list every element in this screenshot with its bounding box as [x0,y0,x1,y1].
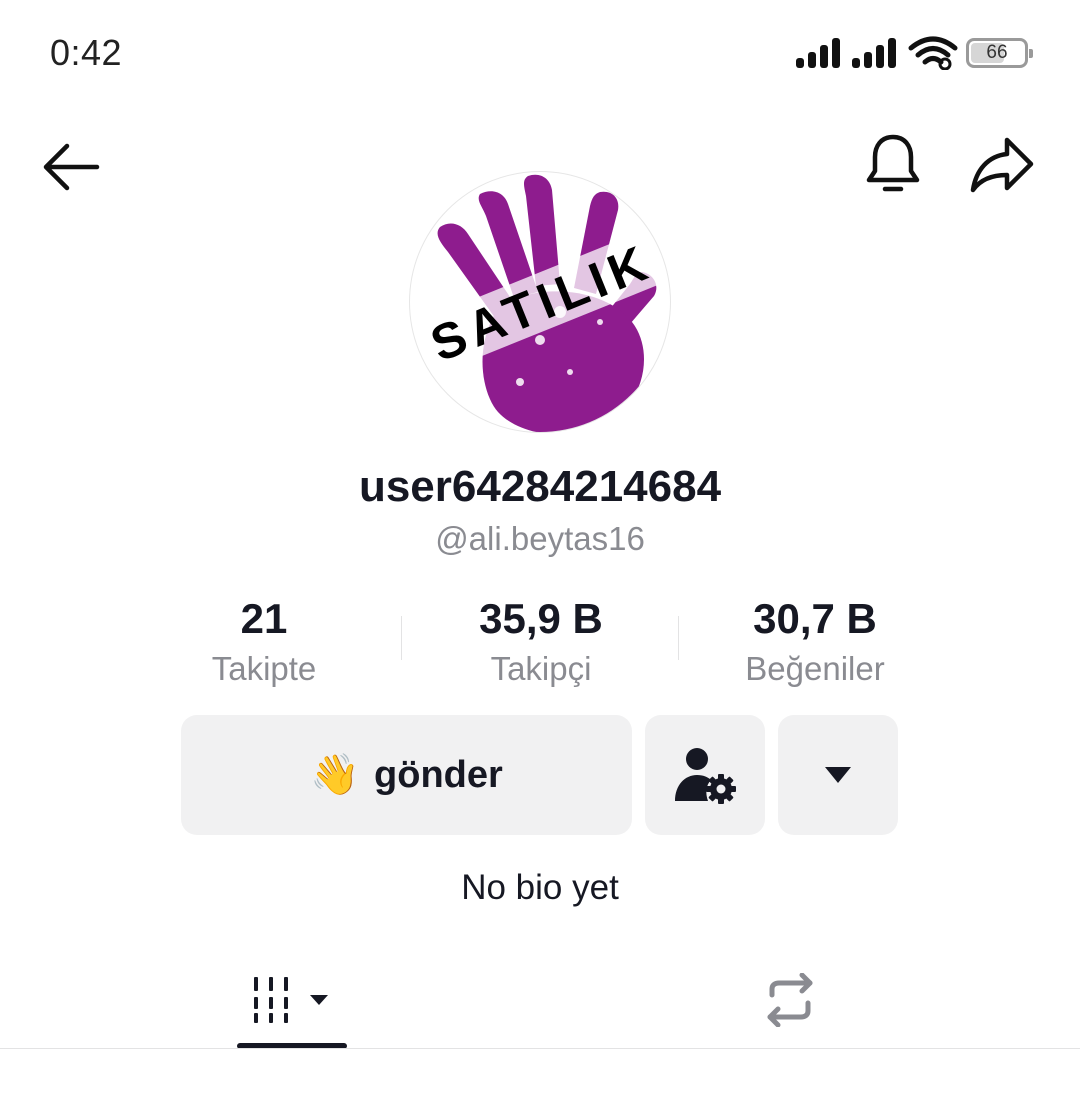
user-handle: @ali.beytas16 [435,520,645,557]
likes-count: 30,7 B [753,595,877,642]
send-label: gönder [374,753,503,796]
more-options-button[interactable] [778,715,898,835]
status-time: 0:42 [50,32,123,73]
signal-icon [852,38,896,68]
bell-icon [866,134,920,192]
grid-videos-icon [254,977,328,1023]
share-button[interactable] [964,132,1040,198]
stat-divider [678,616,679,660]
share-arrow-icon [970,137,1034,193]
avatar[interactable]: SATILIK [409,171,671,433]
tab-videos[interactable] [237,955,347,1045]
status-bar: 0:42 66 [0,0,1080,110]
caret-down-icon [825,767,851,783]
arrow-left-icon [43,143,100,191]
tabs-divider [0,1048,1080,1049]
followers-count: 35,9 B [479,595,603,642]
battery-icon: 66 [966,38,1033,68]
wave-emoji: 👋 [310,753,361,797]
following-count: 21 [240,595,288,642]
notification-button[interactable] [858,130,928,200]
following-label: Takipte [211,650,317,687]
bio-text: No bio yet [461,868,619,907]
stat-likes[interactable]: 30,7 B Beğeniler [690,594,940,692]
tab-reposts[interactable] [735,955,845,1045]
battery-level: 66 [986,42,1008,63]
repost-icon [767,973,813,1027]
display-name: user64284214684 [358,462,722,511]
wifi-icon [908,36,958,70]
followers-label: Takipçi [490,650,592,687]
back-button[interactable] [38,134,104,200]
send-wave-button[interactable]: 👋 gönder [181,715,632,835]
stat-divider [401,616,402,660]
stat-followers[interactable]: 35,9 B Takipçi [416,594,666,692]
avatar-image: SATILIK [421,174,661,432]
friend-settings-button[interactable] [645,715,765,835]
stat-following[interactable]: 21 Takipte [139,594,389,692]
likes-label: Beğeniler [745,650,885,687]
signal-icon [796,38,840,68]
user-settings-icon [675,748,736,804]
status-icons: 66 [796,36,1033,70]
